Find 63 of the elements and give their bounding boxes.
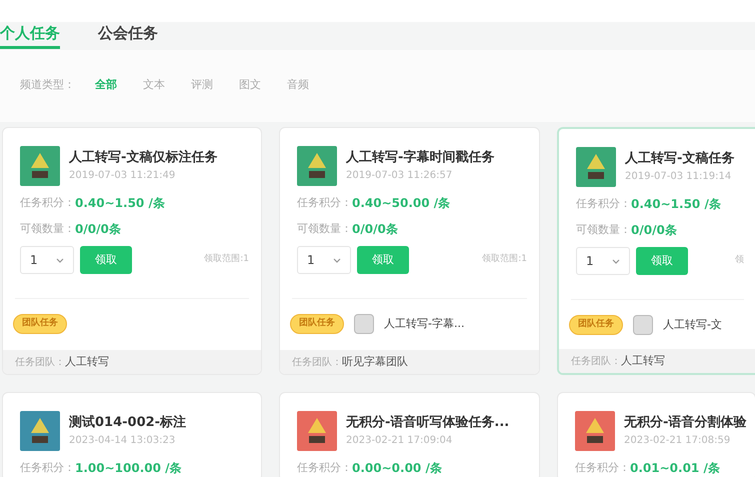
quantity-value: 0/0/0条: [352, 221, 398, 238]
team-label: 任务团队：: [571, 354, 621, 368]
points-value: 0.40~1.50 /条: [631, 196, 721, 213]
team-task-badge: 团队任务: [569, 315, 623, 335]
project-name: 人工转写-字幕...: [384, 316, 464, 332]
task-time: 2019-07-03 11:26:57: [346, 169, 454, 183]
points-value: 0.40~1.50 /条: [75, 195, 165, 212]
task-title: 测试014-002-标注: [69, 414, 186, 432]
team-label: 任务团队：: [15, 356, 65, 370]
task-title: 无积分-语音分割体验: [624, 414, 746, 432]
points-label: 任务积分：: [297, 194, 352, 211]
tab[interactable]: 公会任务: [98, 22, 158, 49]
team-name: 人工转写: [65, 354, 109, 370]
quantity-label: 可领数量：: [576, 222, 631, 238]
task-card[interactable]: 测试014-002-标注 2023-04-14 13:03:23 任务积分：1.00~100.00 /条: [2, 392, 262, 477]
quantity-value: 0/0/0条: [75, 221, 121, 238]
team-name: 人工转写: [621, 352, 665, 369]
points-label: 任务积分：: [297, 460, 352, 476]
points-value: 0.40~50.00 /条: [352, 195, 450, 212]
select-value: 1: [307, 252, 315, 269]
points-value: 0.00~0.00 /条: [352, 460, 442, 477]
points-label: 任务积分：: [575, 460, 630, 476]
task-title: 无积分-语音听写体验任务...: [346, 414, 510, 432]
team-task-badge: 团队任务: [13, 314, 67, 334]
caret-icon: [333, 258, 341, 262]
team-label: 任务团队：: [292, 356, 342, 370]
quantity-select[interactable]: 1: [576, 247, 630, 275]
task-card[interactable]: 人工转写-文稿仅标注任务 2019-07-03 11:21:49 任务积分：0.40~1.50 /条 可领数量：0/0/0条 1 领取 领取范围:1 团队任务 任务团队：人工转写: [2, 127, 262, 375]
points-value: 0.01~0.01 /条: [630, 460, 720, 477]
quantity-label: 可领数量：: [20, 220, 75, 237]
task-time: 2023-02-21 17:08:59: [624, 434, 732, 448]
task-title: 人工转写-文稿任务: [625, 150, 734, 168]
task-card[interactable]: 人工转写-文稿任务 2019-07-03 11:19:14 任务积分：0.40~1.50 /条 可领数量：0/0/0条 1 领取 领 团队任务 人工转写-文 任务团队：人工转写: [557, 127, 755, 375]
points-value: 1.00~100.00 /条: [75, 460, 182, 477]
team-name: 听见字幕团队: [342, 354, 408, 370]
claim-range: 领: [735, 254, 744, 268]
project-icon: [633, 315, 653, 335]
task-card[interactable]: 无积分-语音分割体验 2023-02-21 17:08:59 任务积分：0.01~0.01 /条: [557, 392, 755, 477]
task-time: 2023-02-21 17:09:04: [346, 434, 454, 448]
caret-icon: [56, 258, 64, 262]
points-label: 任务积分：: [20, 194, 75, 211]
task-time: 2023-04-14 13:03:23: [69, 434, 176, 448]
quantity-select[interactable]: 1: [20, 246, 74, 274]
select-value: 1: [30, 252, 38, 269]
quantity-label: 可领数量：: [297, 220, 352, 237]
caret-icon: [612, 258, 620, 264]
task-time: 2019-07-03 11:19:14: [625, 170, 732, 184]
quantity-value: 0/0/0条: [631, 222, 677, 239]
claim-range: 领取范围:1: [204, 253, 249, 266]
points-label: 任务积分：: [20, 460, 75, 476]
filter-label: 频道类型：: [20, 76, 75, 93]
select-value: 1: [586, 253, 594, 270]
task-card[interactable]: 人工转写-字幕时间戳任务 2019-07-03 11:26:57 任务积分：0.40~50.00 /条 可领数量：0/0/0条 1 领取 领取范围:1 团队任务 人工转写-字幕... 任务团队：听见字幕团队: [279, 127, 540, 375]
claim-range: 领取范围:1: [482, 253, 527, 266]
points-label: 任务积分：: [576, 196, 631, 212]
project-icon: [354, 314, 374, 334]
task-time: 2019-07-03 11:21:49: [69, 169, 176, 183]
project-name: 人工转写-文: [663, 316, 722, 333]
task-title: 人工转写-文稿仅标注任务: [69, 149, 218, 167]
quantity-select[interactable]: 1: [297, 246, 351, 274]
task-card[interactable]: 无积分-语音听写体验任务... 2023-02-21 17:09:04 任务积分：0.00~0.00 /条: [279, 392, 540, 477]
task-title: 人工转写-字幕时间戳任务: [346, 149, 494, 167]
team-task-badge: 团队任务: [290, 314, 344, 334]
